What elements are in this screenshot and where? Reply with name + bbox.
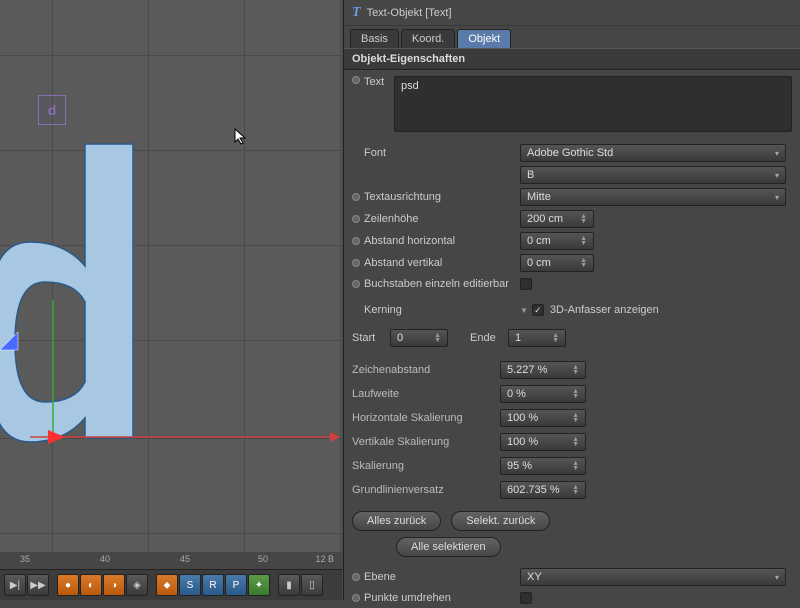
text-input[interactable] xyxy=(394,76,792,132)
selection-box[interactable]: d xyxy=(38,95,66,125)
param-bullet[interactable] xyxy=(352,573,360,581)
end-input[interactable]: 1▲▼ xyxy=(508,329,566,347)
ruler-tick: 50 xyxy=(258,554,268,564)
tabs: Basis Koord. Objekt xyxy=(344,26,800,48)
tracking-label: Zeichenabstand xyxy=(352,364,492,376)
panel-header: T Text-Objekt [Text] xyxy=(344,0,800,26)
keyselection-button[interactable]: ◑ xyxy=(103,574,125,596)
param-bullet[interactable] xyxy=(352,76,360,84)
text-label: Text xyxy=(364,76,394,88)
cursor-icon xyxy=(234,128,248,146)
ruler-tick: 45 xyxy=(180,554,190,564)
reset-sel-button[interactable]: Selekt. zurück xyxy=(451,511,550,531)
vspace-input[interactable]: 0 cm▲▼ xyxy=(520,254,594,272)
pos-key-button[interactable]: ⬥ xyxy=(156,574,178,596)
ruler-tick: 40 xyxy=(100,554,110,564)
select-all-button[interactable]: Alle selektieren xyxy=(396,537,501,557)
vscale-input[interactable]: 100 %▲▼ xyxy=(500,433,586,451)
lineheight-input[interactable]: 200 cm▲▼ xyxy=(520,210,594,228)
disclosure-icon[interactable]: ▼ xyxy=(520,306,528,315)
viewport-3d[interactable]: d xyxy=(0,0,342,552)
baseline-label: Grundlinienversatz xyxy=(352,484,492,496)
attribute-panel: T Text-Objekt [Text] Basis Koord. Objekt… xyxy=(343,0,800,600)
section-header: Objekt-Eigenschaften xyxy=(344,48,800,70)
autokey-button[interactable]: ◐ xyxy=(80,574,102,596)
rot-key-button[interactable]: R xyxy=(202,574,224,596)
timeline[interactable]: 35 40 45 50 12 B ▶| ▶▶ ● ◐ ◑ ◈ ⬥ S R P ✦… xyxy=(0,552,342,600)
start-input[interactable]: 0▲▼ xyxy=(390,329,448,347)
font-label: Font xyxy=(364,147,520,159)
align-select[interactable]: Mitte▾ xyxy=(520,188,786,206)
scale-key-button[interactable]: S xyxy=(179,574,201,596)
vspace-label: Abstand vertikal xyxy=(364,257,520,269)
vscale-label: Vertikale Skalierung xyxy=(352,436,492,448)
param-bullet[interactable] xyxy=(352,280,360,288)
key-options-button[interactable]: ◈ xyxy=(126,574,148,596)
plane-select[interactable]: XY▾ xyxy=(520,568,786,586)
hspace-label: Abstand horizontal xyxy=(364,235,520,247)
run-input[interactable]: 0 %▲▼ xyxy=(500,385,586,403)
panel-title: Text-Objekt [Text] xyxy=(367,7,452,19)
axis-x xyxy=(30,430,340,444)
font-weight-select[interactable]: B▾ xyxy=(520,166,786,184)
timeline-ruler[interactable]: 35 40 45 50 12 B xyxy=(0,552,342,570)
tab-koord[interactable]: Koord. xyxy=(401,29,455,48)
scale-label: Skalierung xyxy=(352,460,492,472)
kerning-label: Kerning xyxy=(364,304,520,316)
start-label: Start xyxy=(352,332,382,344)
sound-button[interactable]: ▯ xyxy=(301,574,323,596)
run-label: Laufweite xyxy=(352,388,492,400)
kerning-3d-checkbox[interactable]: ✓ xyxy=(532,304,544,316)
sel-char: d xyxy=(48,102,57,118)
editable-checkbox[interactable] xyxy=(520,278,532,290)
record-button[interactable]: ● xyxy=(57,574,79,596)
end-label: Ende xyxy=(470,332,500,344)
plane-label: Ebene xyxy=(364,571,520,583)
tab-basis[interactable]: Basis xyxy=(350,29,399,48)
param-bullet[interactable] xyxy=(352,215,360,223)
ruler-tick: 35 xyxy=(20,554,30,564)
reverse-checkbox[interactable] xyxy=(520,592,532,604)
tracking-input[interactable]: 5.227 %▲▼ xyxy=(500,361,586,379)
tab-objekt[interactable]: Objekt xyxy=(457,29,511,48)
baseline-input[interactable]: 602.735 %▲▼ xyxy=(500,481,586,499)
frames-label: 12 B xyxy=(315,554,334,564)
hscale-input[interactable]: 100 %▲▼ xyxy=(500,409,586,427)
pla-key-button[interactable]: ✦ xyxy=(248,574,270,596)
param-key-button[interactable]: P xyxy=(225,574,247,596)
hspace-input[interactable]: 0 cm▲▼ xyxy=(520,232,594,250)
kerning-3d-label: 3D-Anfasser anzeigen xyxy=(550,304,659,316)
next-frame-button[interactable]: ▶▶ xyxy=(27,574,49,596)
reverse-label: Punkte umdrehen xyxy=(364,592,520,604)
marker-button[interactable]: ▮ xyxy=(278,574,300,596)
hscale-label: Horizontale Skalierung xyxy=(352,412,492,424)
reset-all-button[interactable]: Alles zurück xyxy=(352,511,441,531)
param-bullet[interactable] xyxy=(352,237,360,245)
align-label: Textausrichtung xyxy=(364,191,520,203)
font-select[interactable]: Adobe Gothic Std▾ xyxy=(520,144,786,162)
text-object-icon: T xyxy=(352,5,361,21)
goto-end-button[interactable]: ▶| xyxy=(4,574,26,596)
axis-y xyxy=(48,300,58,445)
scale-input[interactable]: 95 %▲▼ xyxy=(500,457,586,475)
editable-label: Buchstaben einzeln editierbar xyxy=(364,278,520,290)
param-bullet[interactable] xyxy=(352,193,360,201)
param-bullet[interactable] xyxy=(352,259,360,267)
axis-origin xyxy=(0,332,20,352)
param-bullet[interactable] xyxy=(352,594,360,602)
lineheight-label: Zeilenhöhe xyxy=(364,213,520,225)
text-geometry[interactable] xyxy=(0,142,150,452)
